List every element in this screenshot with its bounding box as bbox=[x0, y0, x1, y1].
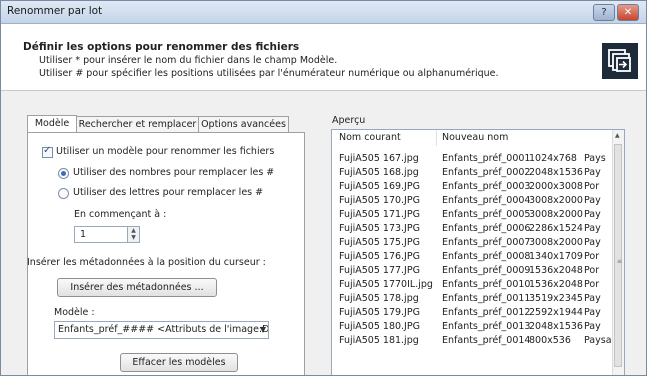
list-item[interactable]: FujiA505 170.JPG Enfants_préf_0004 3008x… bbox=[332, 195, 614, 209]
list-item[interactable]: FujiA505 177.JPG Enfants_préf_0009 1536x… bbox=[332, 265, 614, 279]
grip-icon: ≡ bbox=[617, 258, 623, 265]
radio-use-letters-label: Utiliser des lettres pour remplacer les … bbox=[73, 187, 264, 198]
title-bar: Renommer par lot ? ✕ bbox=[1, 1, 646, 24]
close-icon: ✕ bbox=[623, 7, 633, 18]
chevron-down-icon: ▼ bbox=[259, 325, 266, 334]
preview-label: Aperçu bbox=[332, 115, 366, 126]
clear-models-button[interactable]: Effacer les modèles bbox=[120, 353, 238, 372]
scrollbar-thumb[interactable]: ≡ bbox=[614, 144, 622, 367]
list-item[interactable]: FujiA505 171.JPG Enfants_préf_0005 3008x… bbox=[332, 209, 614, 223]
list-item[interactable]: FujiA505 179.JPG Enfants_préf_0012 2592x… bbox=[332, 307, 614, 321]
list-item[interactable]: FujiA505 175.JPG Enfants_préf_0007 3008x… bbox=[332, 237, 614, 251]
use-model-checkbox[interactable] bbox=[42, 145, 53, 158]
tab-modele[interactable]: Modèle bbox=[27, 115, 77, 133]
tab-rechercher-remplacer[interactable]: Rechercher et remplacer bbox=[76, 116, 199, 132]
question-icon: ? bbox=[601, 7, 607, 18]
list-item[interactable]: FujiA505 180.JPG Enfants_préf_0013 2048x… bbox=[332, 321, 614, 335]
start-number-stepper[interactable]: 1 ▲ ▼ bbox=[74, 226, 140, 243]
radio-use-numbers-label: Utiliser des nombres pour remplacer les … bbox=[73, 167, 275, 178]
list-item[interactable]: FujiA505 1770IL.jpg Enfants_préf_0010 15… bbox=[332, 279, 614, 293]
header-title: Définir les options pour renommer des fi… bbox=[23, 41, 300, 53]
insert-metadata-button[interactable]: Insérer des métadonnées ... bbox=[57, 278, 217, 297]
model-value: Enfants_préf_#### <Attributs de l'image:… bbox=[58, 324, 269, 335]
batch-rename-dialog: Renommer par lot ? ✕ Définir les options… bbox=[0, 0, 647, 376]
list-item[interactable]: FujiA505 167.jpg Enfants_préf_0001 1024x… bbox=[332, 153, 614, 167]
modele-panel: Utiliser un modèle pour renommer les fic… bbox=[27, 132, 305, 375]
list-item[interactable]: FujiA505 181.jpg Enfants_préf_0014 800x5… bbox=[332, 335, 614, 349]
model-label: Modèle : bbox=[54, 307, 95, 318]
arrow-up-icon: ▲ bbox=[131, 227, 136, 234]
start-number-value: 1 bbox=[80, 229, 87, 240]
insert-metadata-label: Insérer les métadonnées à la position du… bbox=[27, 257, 266, 268]
arrow-down-icon: ▼ bbox=[131, 234, 136, 241]
header-instruction-2: Utiliser # pour spécifier les positions … bbox=[39, 68, 499, 79]
header-instruction-1: Utiliser * pour insérer le nom du fichie… bbox=[39, 55, 338, 66]
column-header-new-name[interactable]: Nouveau nom bbox=[442, 130, 613, 146]
window-title: Renommer par lot bbox=[7, 5, 103, 17]
arrow-up-icon[interactable]: ▲ bbox=[615, 132, 620, 139]
radio-use-numbers[interactable] bbox=[58, 168, 69, 179]
close-button[interactable]: ✕ bbox=[617, 4, 639, 21]
dialog-header: Définir les options pour renommer des fi… bbox=[1, 24, 646, 91]
model-dropdown[interactable]: Enfants_préf_#### <Attributs de l'image:… bbox=[54, 321, 269, 339]
list-item[interactable]: FujiA505 176.JPG Enfants_préf_0008 1340x… bbox=[332, 251, 614, 265]
preview-list[interactable]: Nom courant Nouveau nom FujiA505 167.jpg… bbox=[331, 129, 625, 375]
list-item[interactable]: FujiA505 178.jpg Enfants_préf_0011 3519x… bbox=[332, 293, 614, 307]
batch-rename-icon bbox=[602, 43, 638, 79]
tab-options-avancees[interactable]: Options avancées bbox=[198, 116, 289, 132]
radio-use-letters[interactable] bbox=[58, 188, 69, 199]
list-item[interactable]: FujiA505 169.JPG Enfants_préf_0003 2000x… bbox=[332, 181, 614, 195]
use-model-label: Utiliser un modèle pour renommer les fic… bbox=[56, 146, 275, 157]
start-label: En commençant à : bbox=[74, 209, 167, 220]
preview-scrollbar[interactable]: ▲ ≡ bbox=[612, 130, 624, 375]
list-item[interactable]: FujiA505 168.jpg Enfants_préf_0002 2048x… bbox=[332, 167, 614, 181]
stepper-buttons[interactable]: ▲ ▼ bbox=[127, 227, 139, 242]
column-header-current-name[interactable]: Nom courant bbox=[339, 130, 437, 146]
list-item[interactable]: FujiA505 173.JPG Enfants_préf_0006 2286x… bbox=[332, 223, 614, 237]
help-button[interactable]: ? bbox=[593, 4, 615, 21]
